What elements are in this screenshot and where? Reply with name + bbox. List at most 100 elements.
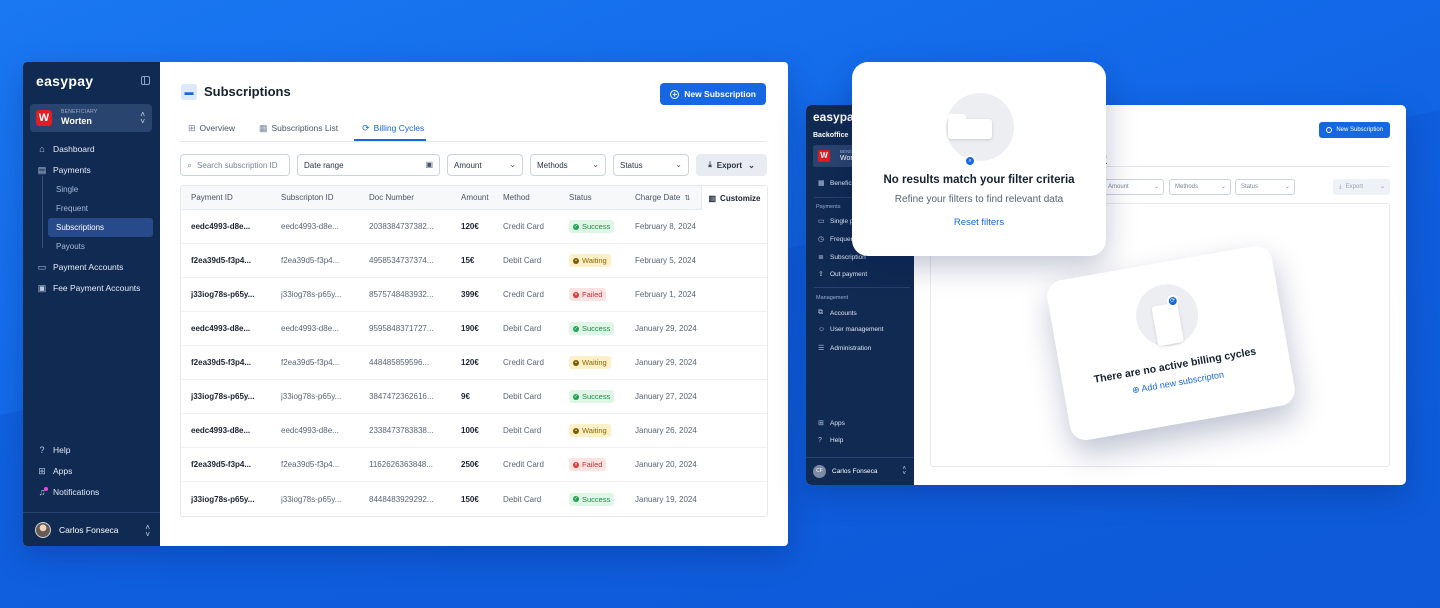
- method-cell: Credit Card: [503, 222, 544, 231]
- export-button[interactable]: ⤓ Export ⌄: [1333, 179, 1390, 195]
- main-content: ▬ Subscriptions + New Subscription ⊞ Ove…: [160, 62, 788, 546]
- table-row[interactable]: f2ea39d5-f3p4... f2ea39d5-f3p4... 49585347…: [181, 244, 767, 278]
- status-cell: • Waiting: [569, 346, 629, 379]
- sidebar-item-subscription[interactable]: ≣ Subscription: [818, 253, 866, 262]
- table-row[interactable]: eedc4993-d8e... eedc4993-d8e... 2338473783…: [181, 414, 767, 448]
- amount-cell: 100€: [461, 426, 479, 435]
- section-payments: Payments: [816, 204, 841, 210]
- status-label: Failed: [582, 460, 603, 469]
- user-menu[interactable]: CF Carlos Fonseca ˄ ˅: [806, 457, 914, 485]
- tab-overview[interactable]: ⊞ Overview: [180, 120, 237, 141]
- table-row[interactable]: j33iog78s-p65y... j33iog78s-p65y... 844848…: [181, 482, 767, 516]
- sidebar-item-subscriptions[interactable]: Subscriptions: [48, 218, 153, 237]
- table-row[interactable]: j33iog78s-p65y... j33iog78s-p65y... 384747…: [181, 380, 767, 414]
- col-doc-number[interactable]: Doc Number: [369, 186, 451, 209]
- filter-label: Status: [1241, 184, 1259, 190]
- chevron-updown-icon: ˄ ˅: [902, 466, 906, 477]
- chevron-down-icon: ⌄: [509, 160, 516, 169]
- easypay-logo: easypay: [36, 73, 94, 89]
- methods-filter[interactable]: Methods ⌄: [530, 154, 606, 176]
- status-cell: ✓ Success: [569, 482, 629, 516]
- sidebar-item-help[interactable]: ? Help: [23, 439, 160, 460]
- avatar: CF: [813, 465, 826, 478]
- col-method[interactable]: Method: [503, 186, 563, 209]
- sidebar-item-fee-payment-accounts[interactable]: ▣ Fee Payment Accounts: [23, 277, 160, 298]
- status-filter[interactable]: Status ⌄: [613, 154, 689, 176]
- beneficiary-selector[interactable]: W BENEFICIARY Worten ˄ ˅: [30, 104, 152, 132]
- subscription-id-cell: j33iog78s-p65y...: [281, 392, 342, 401]
- list-icon: ≣: [818, 254, 824, 261]
- sidebar-item-out-payment[interactable]: ⇪ Out payment: [818, 270, 867, 279]
- sidebar-item-user-management[interactable]: ☺ User management: [818, 326, 883, 333]
- section-management: Management: [816, 295, 849, 301]
- sidebar-item-payments[interactable]: ▤ Payments: [23, 159, 160, 180]
- sidebar-item-accounts[interactable]: ⧉ Accounts: [818, 309, 857, 317]
- date-range-picker[interactable]: Date range ▣: [297, 154, 440, 176]
- tab-label: Billing Cycles: [373, 123, 425, 133]
- card-icon: ▭: [818, 218, 825, 225]
- search-input[interactable]: ⌕ Search subscription ID: [180, 154, 290, 176]
- sidebar-item-apps[interactable]: ⊞ Apps: [23, 460, 160, 481]
- sidebar-item-label: Apps: [53, 465, 73, 476]
- status-filter[interactable]: Status ⌄: [1235, 179, 1295, 195]
- sidebar-collapse-icon[interactable]: [141, 76, 150, 85]
- subscription-id-cell: eedc4993-d8e...: [281, 222, 339, 231]
- payment-id-cell: j33iog78s-p65y...: [191, 290, 255, 299]
- sidebar-item-label: Notifications: [53, 486, 100, 497]
- reset-filters-link[interactable]: Reset filters: [852, 217, 1106, 228]
- sidebar-item-help[interactable]: ? Help: [818, 437, 843, 444]
- chevron-down-icon: ⌄: [748, 160, 755, 170]
- col-payment-id[interactable]: Payment ID: [191, 186, 271, 209]
- chevron-down-icon: ⌄: [1220, 184, 1226, 190]
- col-charge-date[interactable]: Charge Date ⇅: [635, 186, 705, 209]
- new-subscription-button[interactable]: + New Subscription: [660, 83, 766, 105]
- status-label: Success: [582, 494, 611, 504]
- sidebar-nav: ⌂ Dashboard ▤ Payments Single Frequent S…: [23, 138, 160, 298]
- sidebar-item-payment-accounts[interactable]: ▭ Payment Accounts: [23, 256, 160, 277]
- table-row[interactable]: f2ea39d5-f3p4... f2ea39d5-f3p4... 44848585…: [181, 346, 767, 380]
- sidebar-item-frequent[interactable]: Frequent: [23, 199, 160, 218]
- notification-dot: [44, 487, 48, 491]
- status-cell: × Failed: [569, 278, 629, 311]
- sidebar-item-single[interactable]: ▭ Single p: [818, 217, 854, 226]
- subscription-id-cell: f2ea39d5-f3p4...: [281, 358, 340, 367]
- amount-cell: 120€: [461, 222, 479, 231]
- sidebar-item-payouts[interactable]: Payouts: [23, 237, 160, 256]
- status-label: Waiting: [582, 358, 607, 367]
- sidebar-item-beneficiary[interactable]: ▦ Benefici: [818, 179, 853, 188]
- methods-filter[interactable]: Methods ⌄: [1169, 179, 1231, 195]
- status-dot-icon: ×: [573, 291, 579, 298]
- button-label: New Subscription: [1336, 127, 1383, 133]
- col-status[interactable]: Status: [569, 186, 629, 209]
- users-icon: ☺: [818, 326, 826, 333]
- col-subscription-id[interactable]: Subscripton ID: [281, 186, 359, 209]
- table-row[interactable]: f2ea39d5-f3p4... f2ea39d5-f3p4... 11626263…: [181, 448, 767, 482]
- tab-subscriptions-list[interactable]: ▦ Subscriptions List: [251, 120, 340, 141]
- export-button[interactable]: ⤓ Export ⌄: [696, 154, 767, 176]
- amount-filter[interactable]: Amount ⌄: [1102, 179, 1164, 195]
- sidebar-item-single[interactable]: Single: [23, 180, 160, 199]
- table-row[interactable]: eedc4993-d8e... eedc4993-d8e... 2038384737…: [181, 210, 767, 244]
- payment-id-cell: eedc4993-d8e...: [191, 324, 251, 333]
- sidebar: easypay W BENEFICIARY Worten ˄ ˅ ⌂ Dashbo…: [23, 62, 160, 546]
- chevron-down-icon: ⌄: [1284, 184, 1290, 190]
- status-label: Waiting: [582, 426, 607, 435]
- user-menu[interactable]: Carlos Fonseca ˄ ˅: [23, 512, 160, 546]
- sidebar-item-frequent[interactable]: ◷ Frequen: [818, 235, 854, 244]
- table-row[interactable]: eedc4993-d8e... eedc4993-d8e... 9595848371…: [181, 312, 767, 346]
- col-amount[interactable]: Amount: [461, 186, 497, 209]
- tab-billing-cycles[interactable]: ⟳ Billing Cycles: [354, 120, 427, 141]
- sidebar-item-apps[interactable]: ⊞ Apps: [818, 419, 845, 428]
- sidebar-item-administration[interactable]: ☰ Administration: [818, 344, 871, 353]
- sidebar-item-dashboard[interactable]: ⌂ Dashboard: [23, 138, 160, 159]
- payment-id-cell: f2ea39d5-f3p4...: [191, 358, 252, 367]
- sidebar-item-notifications[interactable]: ♫ Notifications: [23, 481, 160, 502]
- amount-filter[interactable]: Amount ⌄: [447, 154, 523, 176]
- table-row[interactable]: j33iog78s-p65y... j33iog78s-p65y... 857574…: [181, 278, 767, 312]
- customize-columns-button[interactable]: ▥ Customize: [701, 186, 767, 210]
- status-cell: × Failed: [569, 448, 629, 481]
- item-label: Single p: [830, 217, 854, 225]
- new-subscription-button[interactable]: New Subscription: [1319, 122, 1390, 138]
- subscription-id-cell: j33iog78s-p65y...: [281, 290, 342, 299]
- doc-number-cell: 9595848371727...: [369, 324, 434, 333]
